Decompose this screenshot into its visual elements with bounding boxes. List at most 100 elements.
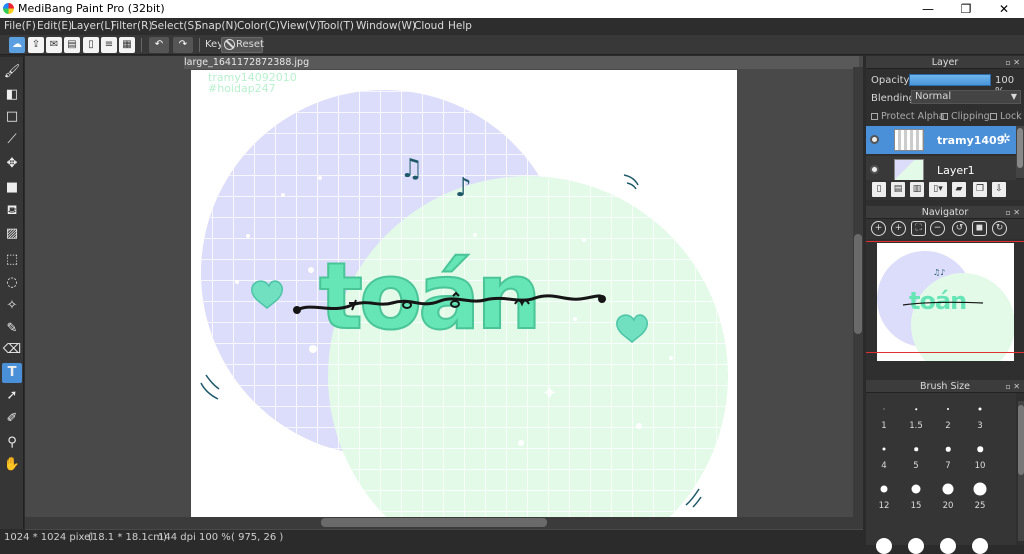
page-icon[interactable]: ▯ xyxy=(83,37,99,53)
layer-row[interactable]: tramy1409 ✲ xyxy=(866,126,1016,154)
menu-select[interactable]: Select(S) xyxy=(151,20,198,32)
rotate-right-icon[interactable]: ↻ xyxy=(992,221,1007,236)
blending-select[interactable]: Normal ▼ xyxy=(911,90,1021,104)
folder-icon[interactable]: ▰ xyxy=(952,182,966,197)
brush-size-cell[interactable]: 15 xyxy=(900,473,932,513)
close-button[interactable]: ✕ xyxy=(986,0,1022,18)
brush-dot-icon[interactable] xyxy=(940,538,956,554)
comment-icon[interactable]: ✉ xyxy=(46,37,62,53)
opacity-slider[interactable] xyxy=(909,74,991,86)
text-tool-icon[interactable]: T xyxy=(2,363,22,383)
brush-tool-icon[interactable]: 🖌 xyxy=(2,62,22,82)
select-tool-icon[interactable]: ⬚ xyxy=(2,250,22,270)
brush-size-cell[interactable]: 10 xyxy=(964,433,996,473)
select-eraser-tool-icon[interactable]: ⌫ xyxy=(2,340,22,360)
scrollbar-thumb[interactable] xyxy=(1018,405,1024,475)
brush-dot-icon xyxy=(883,408,885,410)
menu-file[interactable]: File(F) xyxy=(4,20,36,32)
eyedropper-tool-icon[interactable]: ⚲ xyxy=(2,433,22,453)
bucket-tool-icon[interactable]: ⛾ xyxy=(2,201,22,221)
brush-size-cell[interactable]: 25 xyxy=(964,473,996,513)
lock-checkbox[interactable]: Lock xyxy=(990,111,1022,122)
divide-tool-icon[interactable]: ✐ xyxy=(2,409,22,429)
duplicate-layer-icon[interactable]: ❐ xyxy=(973,182,987,197)
minimize-button[interactable]: — xyxy=(910,0,946,18)
zoom-in-icon[interactable]: + xyxy=(871,221,886,236)
maximize-button[interactable]: ❐ xyxy=(948,0,984,18)
eraser-tool-icon[interactable]: ◧ xyxy=(2,85,22,105)
navigator-preview[interactable]: toán ♫♪ xyxy=(877,243,1014,361)
brush-size-cell[interactable]: 3 xyxy=(964,393,996,433)
layer-list-scrollbar[interactable] xyxy=(1016,126,1024,178)
menu-window[interactable]: Window(W) xyxy=(356,20,416,32)
hand-tool-icon[interactable]: ✋ xyxy=(2,455,22,475)
menu-cloud[interactable]: Cloud xyxy=(414,20,444,32)
gradation-tool-icon[interactable]: ▨ xyxy=(2,224,22,244)
panel-controls-icon[interactable]: ▫ ✕ xyxy=(1005,56,1020,69)
menu-color[interactable]: Color(C) xyxy=(237,20,280,32)
new-1bit-layer-icon[interactable]: ▥ xyxy=(910,182,924,197)
move-tool-icon[interactable]: ✥ xyxy=(2,154,22,174)
gear-icon[interactable]: ✲ xyxy=(1000,132,1011,147)
grid-icon[interactable]: ▦ xyxy=(119,37,135,53)
menu-layer[interactable]: Layer(L) xyxy=(71,20,114,32)
lasso-tool-icon[interactable]: ◌ xyxy=(2,273,22,293)
rectangle-tool-icon[interactable]: □ xyxy=(2,107,22,127)
canvas-horizontal-scrollbar[interactable] xyxy=(25,517,863,529)
brush-size-cell[interactable]: 20 xyxy=(932,473,964,513)
brush-size-cell[interactable]: 7 xyxy=(932,433,964,473)
protect-alpha-checkbox[interactable]: Protect Alpha xyxy=(871,111,945,122)
visibility-eye-icon[interactable] xyxy=(870,135,879,144)
magic-wand-tool-icon[interactable]: ✧ xyxy=(2,296,22,316)
menu-tool[interactable]: Tool(T) xyxy=(319,20,354,32)
visibility-eye-icon[interactable] xyxy=(870,165,879,174)
menu-filter[interactable]: Filter(R) xyxy=(111,20,153,32)
rotate-left-icon[interactable]: ↺ xyxy=(952,221,967,236)
brush-size-cell[interactable]: 5 xyxy=(900,433,932,473)
panel-controls-icon[interactable]: ▫ ✕ xyxy=(1005,206,1020,219)
document-tab[interactable]: large_1641172872388.jpg xyxy=(184,56,859,69)
select-pen-tool-icon[interactable]: ✎ xyxy=(2,319,22,339)
actual-size-icon[interactable]: ◼ xyxy=(972,221,987,236)
fill-shape-tool-icon[interactable]: ■ xyxy=(2,178,22,198)
canvas-area[interactable]: large_1641172872388.jpg ✦ ♫ ♪ toán tramy… xyxy=(25,56,863,530)
new-layer-icon[interactable]: ▯ xyxy=(872,182,886,197)
menu-snap[interactable]: Snap(N) xyxy=(195,20,237,32)
merge-down-icon[interactable]: ⇩ xyxy=(992,182,1006,197)
operation-tool-icon[interactable]: ➚ xyxy=(2,386,22,406)
add-layer-menu-icon[interactable]: ▯▾ xyxy=(929,182,947,197)
cloud-icon[interactable]: ☁ xyxy=(9,37,25,53)
brush-size-cell[interactable]: 2 xyxy=(932,393,964,433)
list-icon[interactable]: ≡ xyxy=(101,37,117,53)
canvas-vertical-scrollbar[interactable] xyxy=(853,67,863,517)
menu-help[interactable]: Help xyxy=(448,20,472,32)
brush-dot-icon[interactable] xyxy=(908,538,924,554)
new-halftone-layer-icon[interactable]: ▤ xyxy=(891,182,905,197)
brush-size-scrollbar[interactable] xyxy=(1018,401,1024,541)
scrollbar-thumb[interactable] xyxy=(854,234,862,334)
zoom-in-alt-icon[interactable]: + xyxy=(891,221,906,236)
brush-size-cell[interactable]: 12 xyxy=(868,473,900,513)
brush-size-cell[interactable]: 4 xyxy=(868,433,900,473)
undo-icon[interactable]: ↶ xyxy=(149,37,169,53)
brush-size-panel-title: Brush Size xyxy=(920,381,970,392)
menu-view[interactable]: View(V) xyxy=(280,20,320,32)
svg-text:✦: ✦ xyxy=(542,383,557,404)
scrollbar-thumb[interactable] xyxy=(321,518,547,527)
fit-window-icon[interactable]: ⛶ xyxy=(911,221,926,236)
document-canvas[interactable]: ✦ ♫ ♪ toán tramy14092010 #hoidap247 xyxy=(191,70,737,518)
brush-size-cell[interactable]: 1 xyxy=(868,393,900,433)
brush-dot-icon[interactable] xyxy=(876,538,892,554)
dot-line-tool-icon[interactable]: ⟋ xyxy=(2,130,22,150)
scrollbar-thumb[interactable] xyxy=(1017,128,1023,168)
zoom-out-icon[interactable]: − xyxy=(930,221,945,236)
brush-dot-icon[interactable] xyxy=(972,538,988,554)
panel-controls-icon[interactable]: ▫ ✕ xyxy=(1005,380,1020,393)
reset-button[interactable]: Reset xyxy=(221,37,264,53)
menu-edit[interactable]: Edit(E) xyxy=(37,20,72,32)
brush-size-cell[interactable]: 1.5 xyxy=(900,393,932,433)
message-icon[interactable]: ▤ xyxy=(64,37,80,53)
redo-icon[interactable]: ↷ xyxy=(173,37,193,53)
share-icon[interactable]: ⇪ xyxy=(28,37,44,53)
clipping-checkbox[interactable]: Clipping xyxy=(941,111,990,122)
